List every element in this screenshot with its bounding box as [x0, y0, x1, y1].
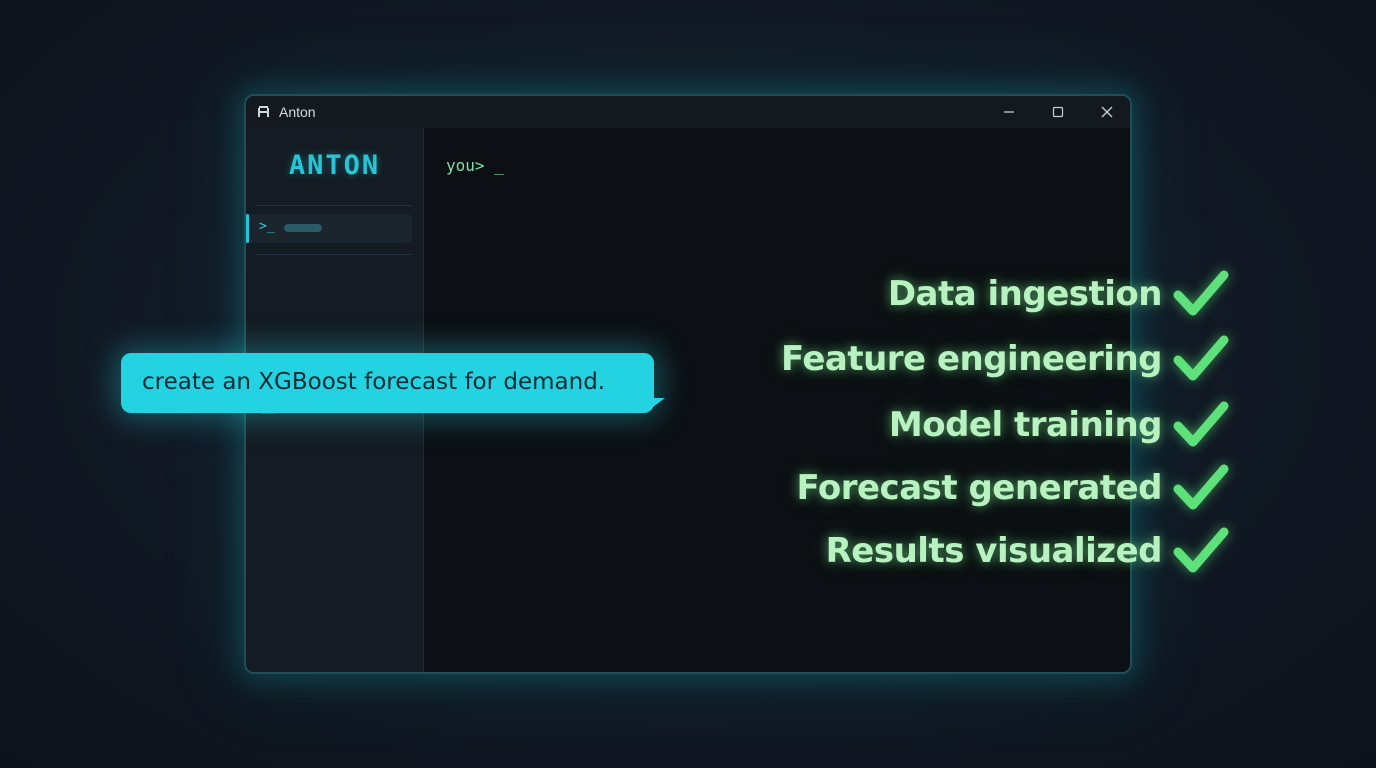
checklist-item: Data ingestion [888, 264, 1230, 324]
checklist-item: Model training [889, 395, 1230, 455]
terminal-prompt[interactable]: you> _ [446, 156, 504, 175]
checklist-label: Data ingestion [887, 274, 1163, 314]
progress-checklist: Data ingestion Feature engineering Model… [700, 262, 1230, 582]
app-icon [258, 106, 269, 117]
maximize-button[interactable] [1035, 96, 1081, 128]
close-button[interactable] [1084, 96, 1130, 128]
title-bar[interactable]: Anton [246, 96, 1130, 128]
chat-bubble-text: create an XGBoost forecast for demand. [142, 369, 606, 395]
checklist-label: Feature engineering [780, 339, 1163, 379]
sidebar-divider [256, 254, 413, 255]
checkmark-icon [1173, 335, 1229, 381]
checklist-item: Forecast generated [797, 458, 1230, 518]
sidebar-item-label-placeholder [284, 224, 322, 232]
checkmark-icon [1173, 270, 1229, 316]
app-logo: ANTON [288, 150, 381, 181]
minimize-button[interactable] [986, 96, 1032, 128]
window-title: Anton [279, 104, 316, 120]
checklist-item: Feature engineering [781, 329, 1230, 389]
checkmark-icon [1173, 464, 1229, 510]
checklist-label: Results visualized [825, 531, 1163, 571]
checklist-label: Forecast generated [796, 468, 1163, 508]
minimize-icon [1004, 111, 1014, 113]
chat-bubble: create an XGBoost forecast for demand. [121, 353, 654, 413]
terminal-icon: >_ [259, 219, 275, 234]
active-indicator [246, 214, 249, 243]
checkmark-icon [1173, 527, 1229, 573]
sidebar-divider [256, 205, 413, 206]
close-icon [1101, 106, 1113, 118]
checklist-label: Model training [888, 405, 1163, 445]
sidebar-item-terminal[interactable]: >_ [246, 214, 412, 243]
maximize-icon [1052, 106, 1064, 118]
checkmark-icon [1173, 401, 1229, 447]
checklist-item: Results visualized [826, 521, 1230, 581]
